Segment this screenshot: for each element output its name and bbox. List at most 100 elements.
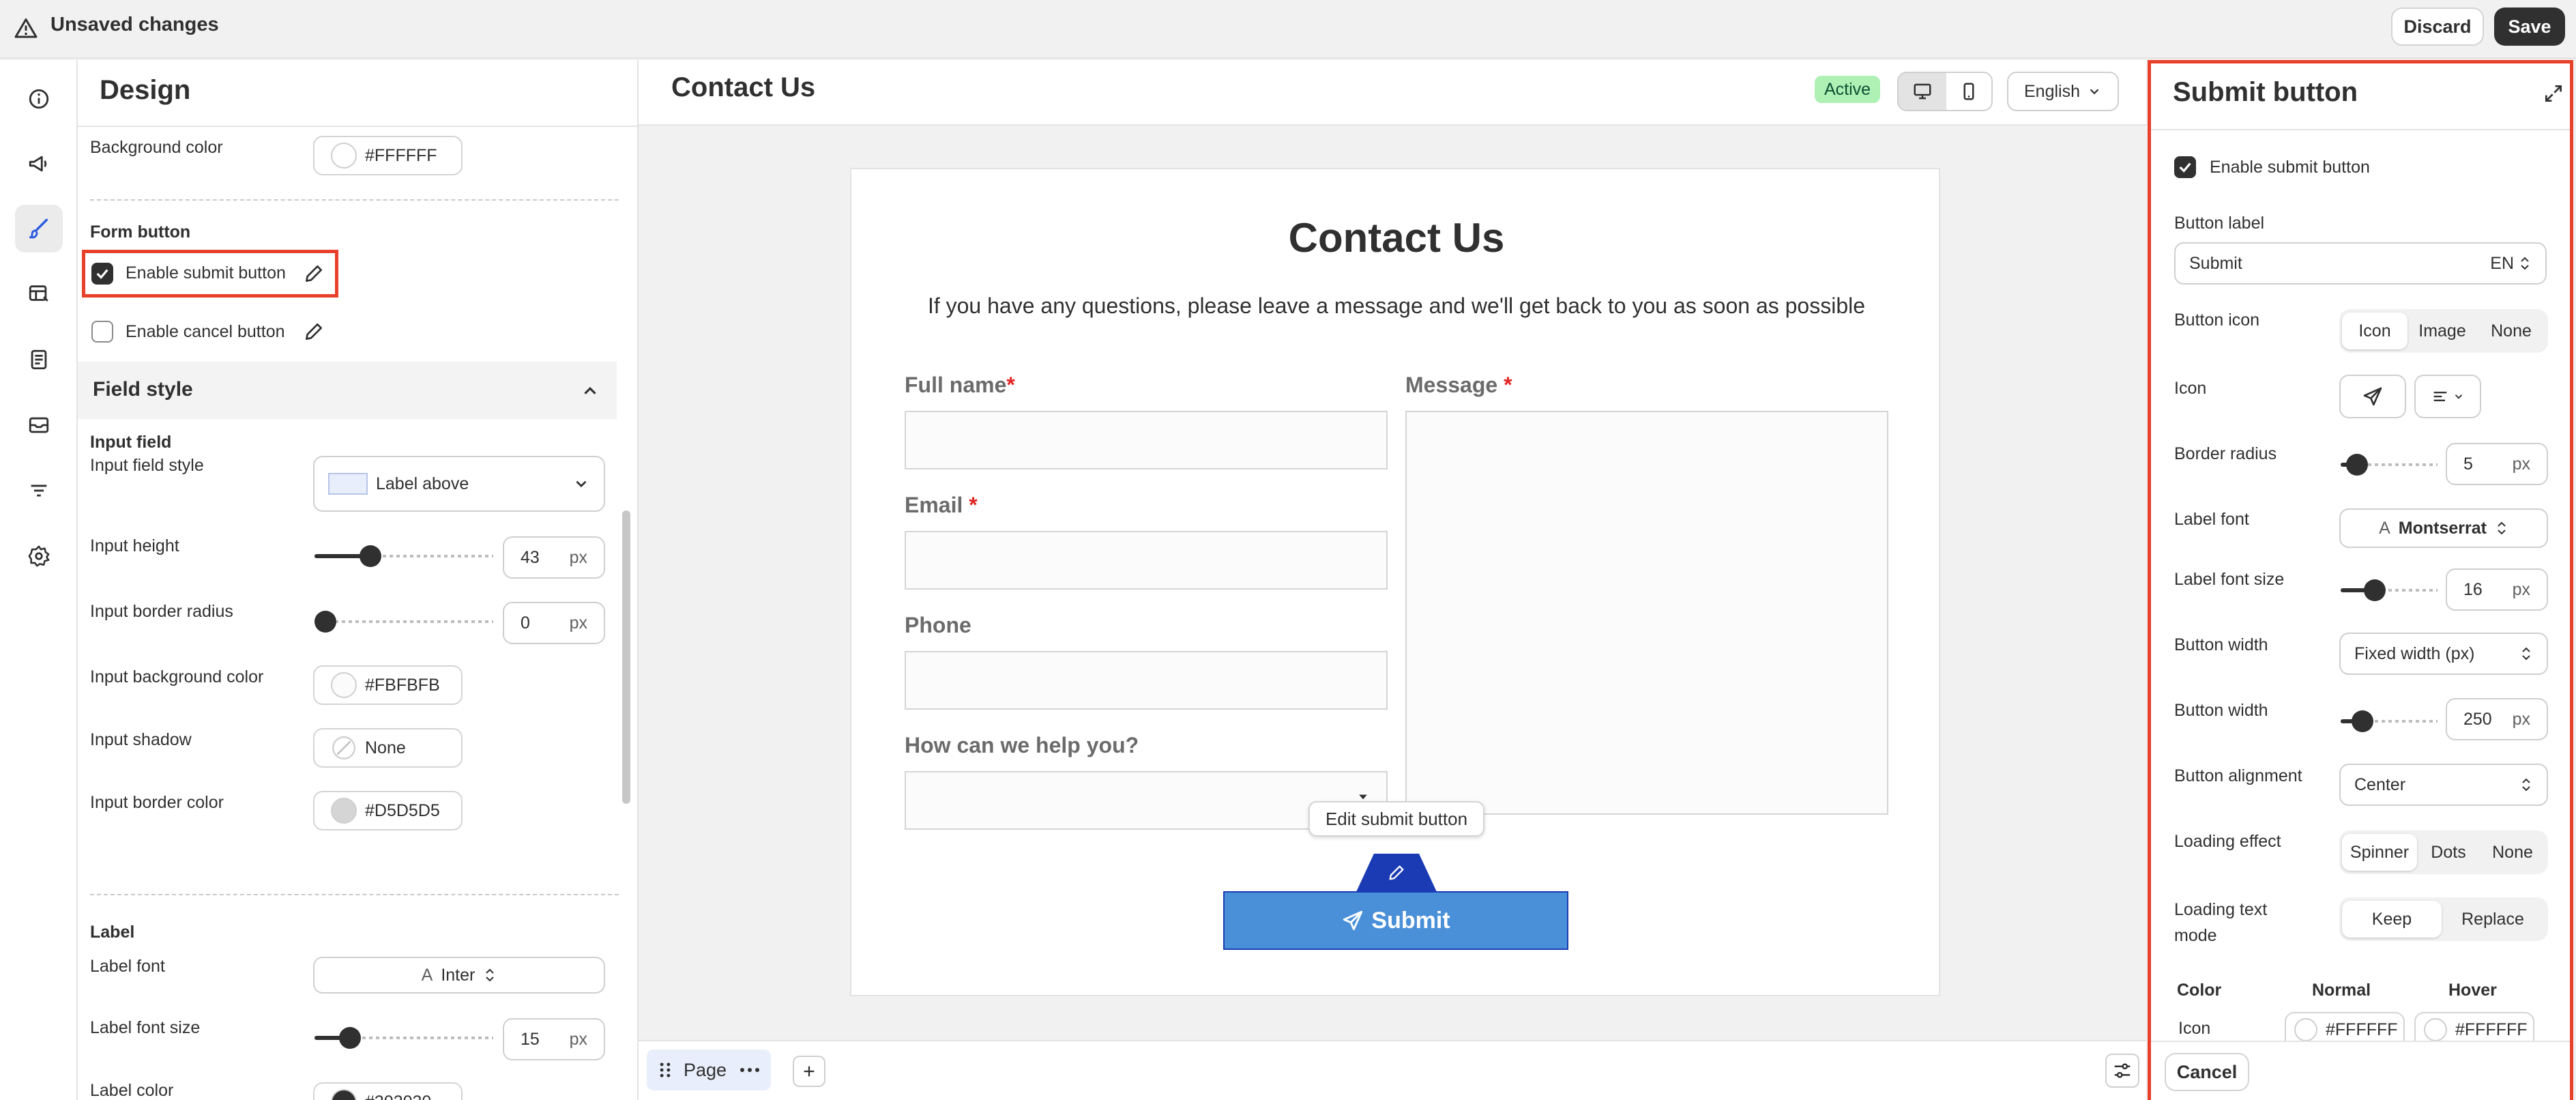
color-value: #FFFFFF	[365, 145, 437, 165]
segment-dots[interactable]: Dots	[2417, 834, 2480, 871]
loading-effect-segmented: Spinner Dots None	[2339, 830, 2548, 874]
email-label: Email *	[905, 493, 978, 517]
phone-input[interactable]	[905, 651, 1388, 710]
segment-keep[interactable]: Keep	[2342, 901, 2442, 938]
chevron-down-icon	[2455, 394, 2463, 399]
button-width-slider[interactable]	[2341, 710, 2438, 732]
input-height-slider[interactable]	[314, 545, 493, 567]
form-preview: Contact Us If you have any questions, pl…	[850, 168, 1940, 996]
color-dot	[331, 143, 357, 169]
label-font-select[interactable]: A Montserrat	[2339, 508, 2548, 548]
mail-icon[interactable]	[15, 401, 63, 449]
input-border-color-label: Input border color	[90, 793, 224, 812]
input-bg-swatch[interactable]: #FBFBFB	[313, 665, 463, 705]
input-field-style-select[interactable]: Label above	[313, 456, 605, 512]
save-button[interactable]: Save	[2494, 8, 2565, 46]
input-border-radius-slider[interactable]	[314, 611, 493, 633]
canvas-footer	[639, 1040, 2146, 1100]
border-radius-field[interactable]: 5 px	[2446, 443, 2548, 485]
button-label-heading: Button label	[2174, 214, 2265, 233]
field-style-header[interactable]: Field style	[78, 362, 617, 419]
button-width-mode-select[interactable]: Fixed width (px)	[2339, 633, 2548, 675]
label-font-size-slider[interactable]	[314, 1027, 493, 1049]
page-tab-label: Page	[684, 1059, 727, 1080]
check-icon	[96, 269, 108, 279]
message-label: Message *	[1405, 373, 1512, 397]
input-border-color-swatch[interactable]: #D5D5D5	[313, 791, 463, 830]
input-shadow-swatch[interactable]: None	[313, 728, 463, 768]
none-icon	[332, 736, 356, 760]
enable-submit-checkbox[interactable]	[2174, 156, 2196, 178]
border-radius-slider[interactable]	[2341, 454, 2438, 476]
megaphone-icon[interactable]	[15, 140, 63, 188]
enable-cancel-label: Enable cancel button	[126, 322, 285, 341]
scrollbar[interactable]	[622, 510, 630, 804]
normal-heading: Normal	[2312, 981, 2371, 1000]
chevron-up-icon	[584, 387, 596, 394]
enable-submit-checkbox[interactable]	[91, 263, 113, 285]
desktop-icon[interactable]	[1899, 73, 1946, 110]
warning-icon	[14, 18, 38, 38]
segment-image[interactable]: Image	[2407, 313, 2477, 349]
segment-spinner[interactable]: Spinner	[2342, 834, 2417, 871]
enable-cancel-checkbox[interactable]	[91, 321, 113, 343]
discard-button[interactable]: Discard	[2391, 8, 2484, 46]
design-panel: Design Background color #FFFFFF Form but…	[78, 60, 639, 1100]
label-font-size-label: Label font size	[90, 1018, 201, 1037]
add-page-button[interactable]	[793, 1056, 825, 1087]
input-height-field[interactable]: 43 px	[503, 536, 605, 579]
info-icon[interactable]	[15, 75, 63, 123]
label-font-size-field[interactable]: 16 px	[2446, 568, 2548, 611]
submit-button-panel: Submit button Enable submit button Butto…	[2148, 60, 2573, 1100]
pencil-icon[interactable]	[303, 321, 325, 343]
send-icon	[2363, 387, 2382, 406]
expand-icon[interactable]	[2543, 83, 2564, 104]
edit-tooltip: Edit submit button	[1308, 801, 1484, 837]
table-icon[interactable]	[15, 270, 63, 318]
icon-picker[interactable]	[2339, 375, 2406, 418]
top-bar: Unsaved changes Discard Save	[0, 0, 2576, 59]
segment-replace[interactable]: Replace	[2442, 901, 2544, 938]
icon-position-select[interactable]	[2414, 375, 2481, 418]
submit-label: Submit	[1371, 907, 1450, 933]
label-font-size-slider[interactable]	[2341, 579, 2438, 601]
button-width-field[interactable]: 250 px	[2446, 698, 2548, 740]
message-textarea[interactable]	[1405, 411, 1888, 815]
loading-text-mode-label-1: Loading text	[2174, 900, 2268, 919]
pencil-icon	[1389, 865, 1404, 880]
more-icon[interactable]	[739, 1067, 761, 1073]
input-border-radius-field[interactable]: 0 px	[503, 602, 605, 644]
enable-submit-label: Enable submit button	[2210, 158, 2370, 177]
email-input[interactable]	[905, 531, 1388, 590]
chevron-updown-icon	[486, 968, 495, 982]
form-icon[interactable]	[15, 336, 63, 383]
page-tab[interactable]: Page	[647, 1050, 771, 1090]
form-title: Contact Us	[1288, 215, 1505, 261]
drag-handle-icon[interactable]	[658, 1061, 673, 1079]
submit-button[interactable]: Submit	[1223, 891, 1568, 950]
brush-icon[interactable]	[15, 205, 63, 252]
language-select[interactable]: English	[2007, 72, 2119, 111]
segment-none[interactable]: None	[2480, 834, 2545, 871]
input-bg-label: Input background color	[90, 667, 264, 686]
label-font-select[interactable]: A Inter	[313, 957, 605, 994]
edit-submit-tab[interactable]	[1356, 854, 1437, 892]
full-name-input[interactable]	[905, 411, 1388, 469]
segment-icon[interactable]: Icon	[2342, 313, 2407, 349]
label-color-swatch[interactable]: #303030	[313, 1082, 463, 1100]
segment-none[interactable]: None	[2477, 313, 2545, 349]
button-alignment-select[interactable]: Center	[2339, 764, 2548, 806]
settings-sliders-button[interactable]	[2105, 1054, 2139, 1088]
button-icon-label: Button icon	[2174, 310, 2260, 330]
gear-icon[interactable]	[15, 532, 63, 580]
filter-icon[interactable]	[15, 467, 63, 515]
button-label-input[interactable]: Submit EN	[2174, 242, 2547, 285]
label-font-size-field[interactable]: 15 px	[503, 1018, 605, 1060]
help-label: How can we help you?	[905, 733, 1139, 757]
select-value: Label above	[376, 474, 469, 493]
cancel-button[interactable]: Cancel	[2165, 1053, 2249, 1091]
mobile-icon[interactable]	[1946, 73, 1991, 110]
input-value: Submit	[2189, 253, 2242, 273]
pencil-icon[interactable]	[303, 263, 325, 285]
background-color-swatch[interactable]: #FFFFFF	[313, 136, 463, 175]
